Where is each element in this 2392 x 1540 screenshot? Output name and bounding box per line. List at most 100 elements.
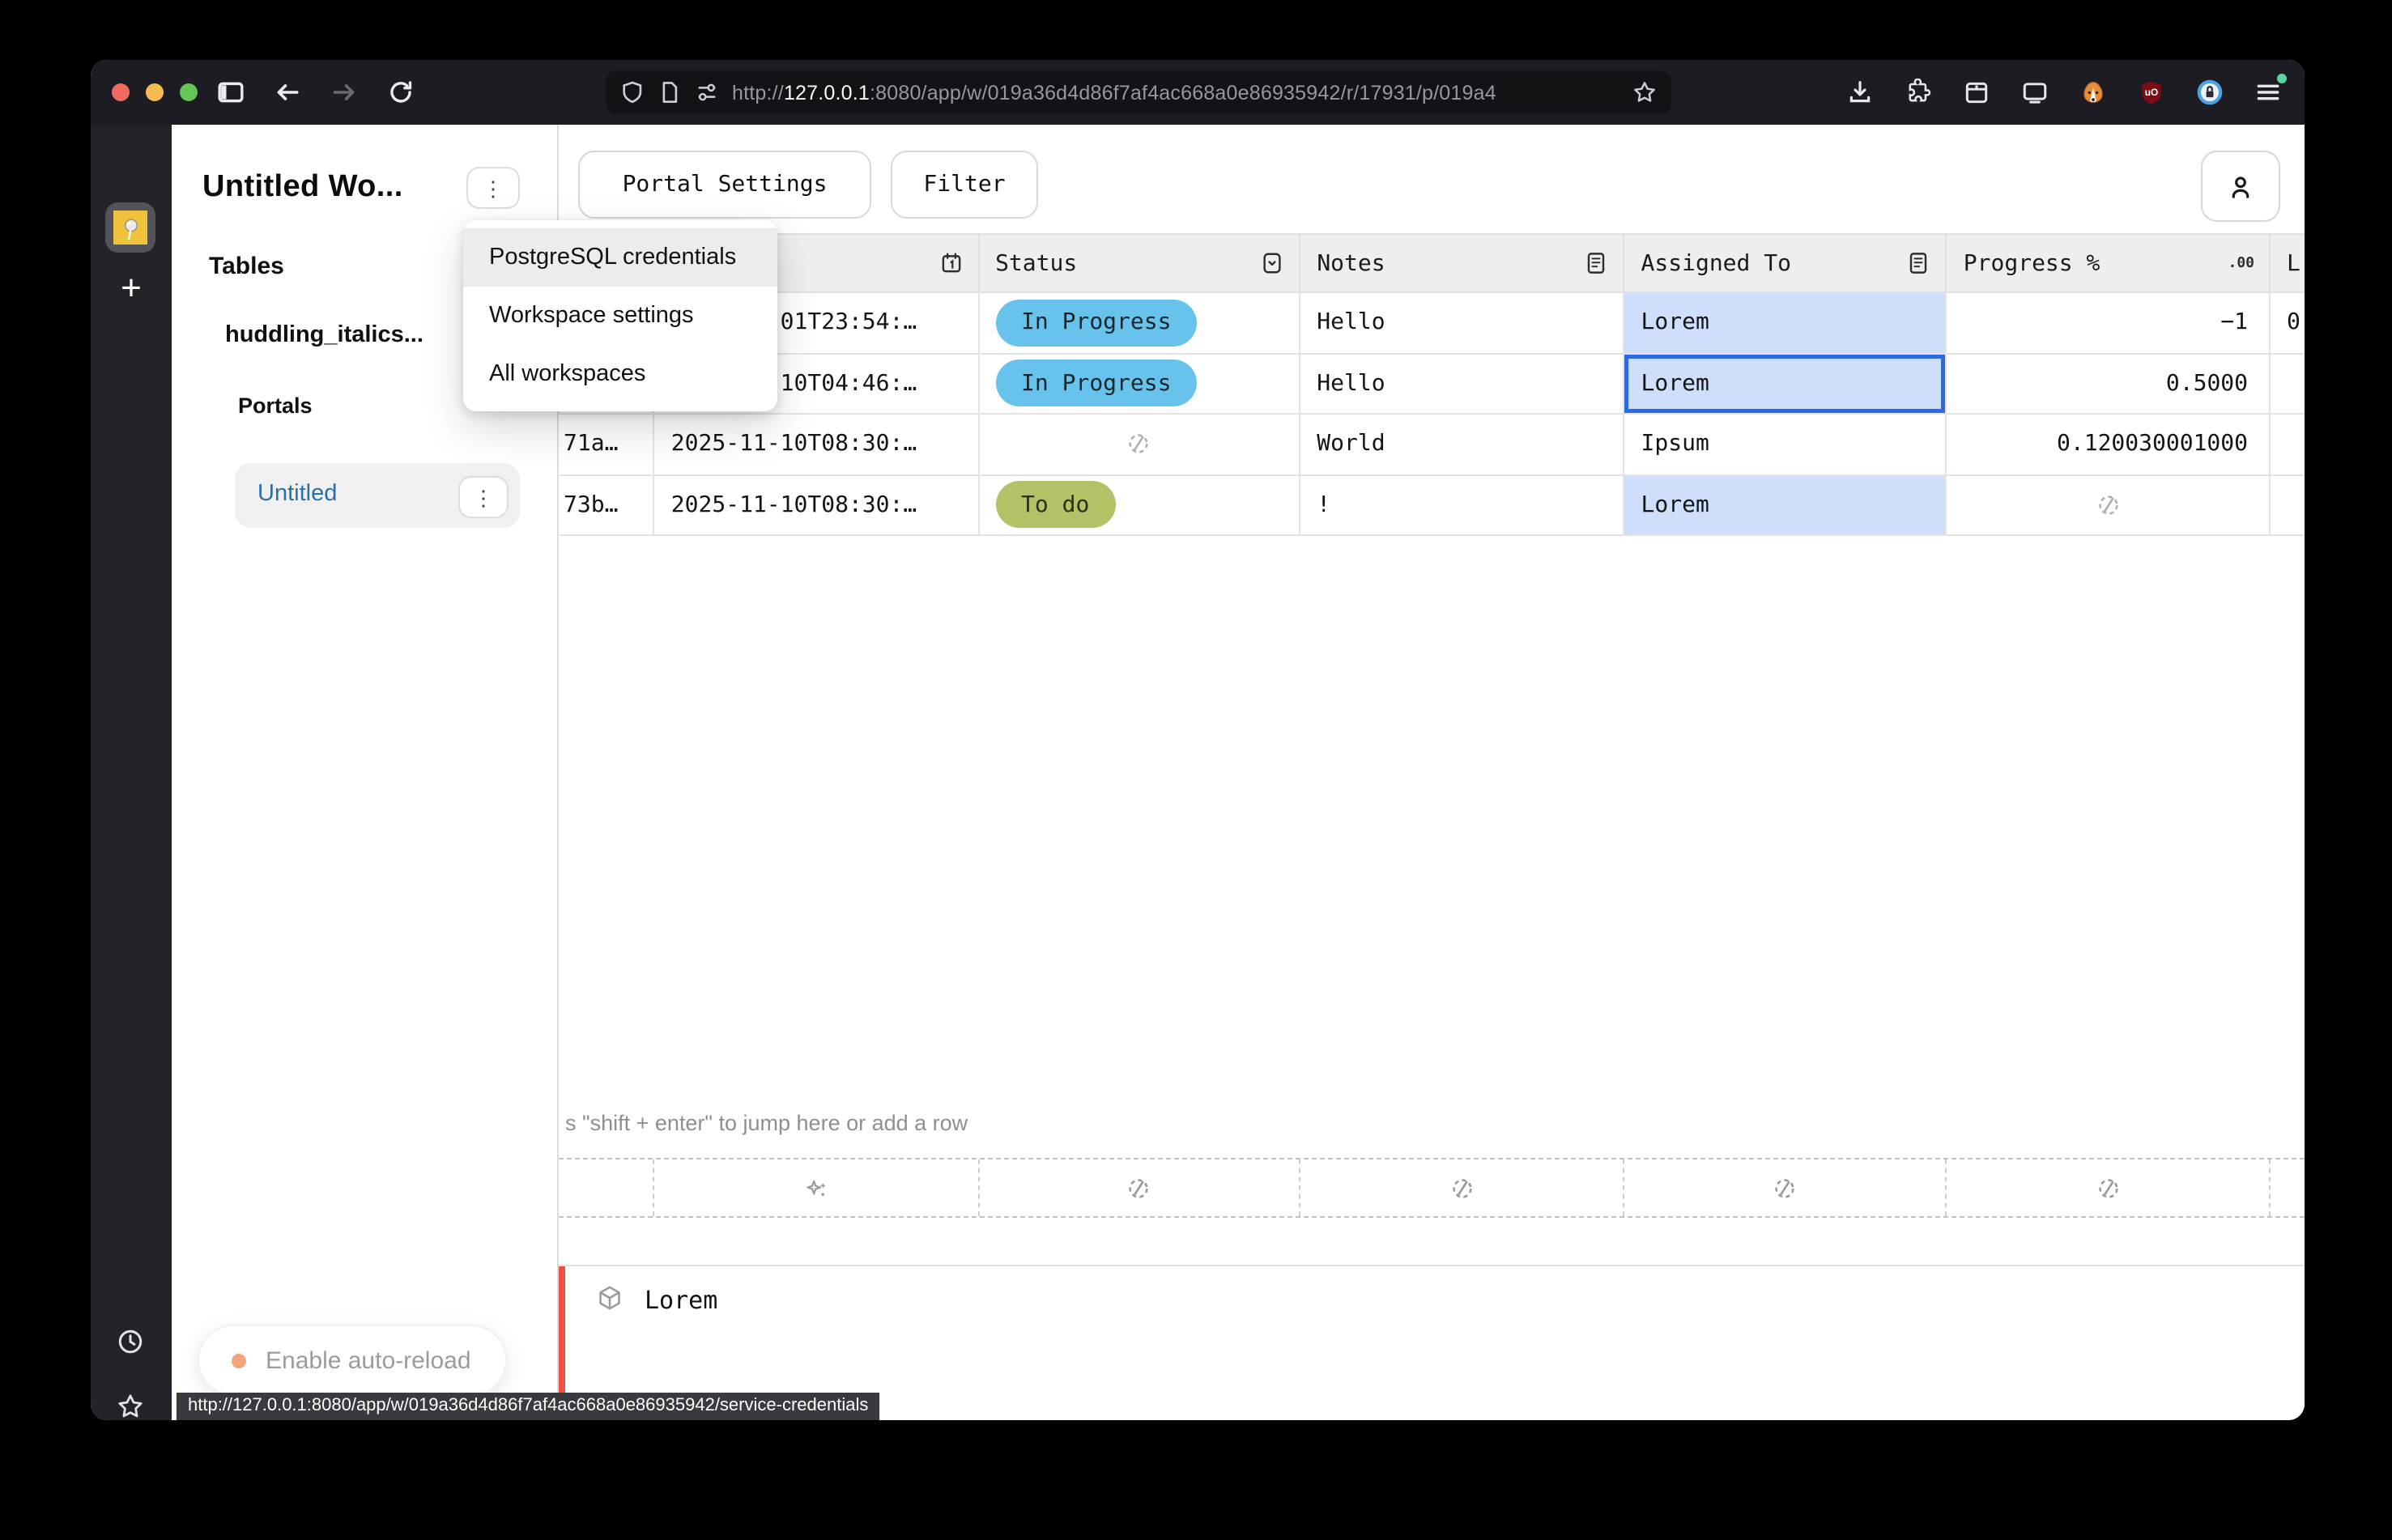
status-dot [232, 1353, 246, 1368]
null-value-icon [2095, 492, 2121, 518]
cell-progress-null[interactable] [1947, 475, 2271, 534]
cell-notes[interactable]: Hello [1300, 293, 1624, 352]
privacy-badger-icon[interactable] [2079, 79, 2107, 106]
portal-link[interactable]: Untitled [258, 481, 337, 507]
forward-icon[interactable] [330, 79, 358, 106]
toolbar-extensions: uO [1846, 79, 2282, 106]
cell-id[interactable]: 73b… [559, 475, 655, 534]
bookmark-star-icon[interactable] [1632, 80, 1657, 104]
zoom-window-button[interactable] [180, 83, 198, 101]
portals-heading: Portals [238, 394, 313, 418]
status-pill: In Progress [995, 360, 1197, 407]
update-dot [2277, 74, 2287, 83]
cell-notes[interactable]: Hello [1300, 354, 1624, 413]
decimal-format-icon: .00 [2228, 255, 2255, 271]
reload-icon[interactable] [387, 79, 415, 106]
new-cell-l[interactable] [2271, 1159, 2305, 1216]
cell-assigned[interactable]: Lorem [1625, 293, 1947, 352]
ublock-origin-icon[interactable]: uO [2138, 79, 2165, 106]
kebab-icon: ⋮ [483, 177, 504, 198]
menu-item-postgresql-credentials[interactable]: PostgreSQL credentials [463, 228, 777, 287]
sidebar-toggle-icon[interactable] [217, 79, 245, 106]
sidebar-item-table[interactable]: huddling_italics... [225, 322, 423, 348]
cell-status-null[interactable] [979, 415, 1300, 474]
permissions-toggles-icon[interactable] [695, 80, 719, 104]
cell-progress[interactable]: 0.120030001000 [1947, 415, 2271, 474]
pushpin-icon [113, 211, 147, 245]
workspace-title: Untitled Wo... [202, 170, 403, 206]
new-cell-assigned[interactable] [1625, 1159, 1947, 1216]
new-row-placeholder [559, 1158, 2305, 1218]
column-header-notes[interactable]: Notes [1300, 235, 1624, 291]
select-field-icon [1260, 251, 1284, 275]
new-cell-status[interactable] [979, 1159, 1300, 1216]
page-icon [658, 80, 682, 104]
cell-status[interactable]: In Progress [979, 354, 1300, 413]
url-scheme: http:// [732, 81, 784, 104]
history-clock-icon[interactable] [117, 1328, 144, 1355]
column-header-assigned-to[interactable]: Assigned To [1625, 235, 1947, 291]
portal-menu-button[interactable]: ⋮ [458, 476, 509, 518]
cell-progress[interactable]: −1 [1947, 293, 2271, 352]
cell-id[interactable]: 71a… [559, 415, 655, 474]
extensions-puzzle-icon[interactable] [1905, 79, 1932, 106]
container-box-icon[interactable] [1963, 79, 1990, 106]
add-workspace-button[interactable]: + [91, 270, 172, 306]
cell-status[interactable]: To do [979, 475, 1300, 534]
footer-item-label[interactable]: Lorem [645, 1286, 717, 1315]
cell-assigned[interactable]: Ipsum [1625, 415, 1947, 474]
document-icon [1907, 251, 1931, 275]
cell-progress[interactable]: 0.5000 [1947, 354, 2271, 413]
screen-share-icon[interactable] [2021, 79, 2049, 106]
column-header-status[interactable]: Status [979, 235, 1300, 291]
document-icon [1585, 251, 1609, 275]
url-bar[interactable]: http://127.0.0.1:8080/app/w/019a36d4d86f… [606, 70, 1671, 114]
cell-assigned-focused[interactable]: Lorem [1625, 354, 1947, 413]
new-cell-at[interactable] [655, 1159, 979, 1216]
password-manager-icon[interactable] [2196, 79, 2224, 106]
jump-hint-text: s "shift + enter" to jump here or add a … [565, 1111, 968, 1135]
url-host: 127.0.0.1 [784, 81, 870, 104]
minimize-window-button[interactable] [146, 83, 164, 101]
url-path: :8080/app/w/019a36d4d86f7af4ac668a0e8693… [870, 81, 1496, 104]
browser-toolbar: http://127.0.0.1:8080/app/w/019a36d4d86f… [91, 60, 2305, 125]
new-cell-progress[interactable] [1947, 1159, 2271, 1216]
status-pill: To do [995, 482, 1115, 529]
shield-icon [620, 80, 645, 104]
calendar-icon [938, 251, 963, 275]
enable-auto-reload-button[interactable]: Enable auto-reload [198, 1325, 507, 1396]
column-header-l[interactable]: L [2271, 235, 2305, 291]
table-row: 73b… 2025-11-10T08:30:… To do ! Lorem [559, 475, 2305, 536]
app-menu-icon[interactable] [2254, 79, 2282, 106]
close-window-button[interactable] [112, 83, 130, 101]
status-pill: In Progress [995, 300, 1197, 347]
new-cell-notes[interactable] [1300, 1159, 1624, 1216]
cell-assigned[interactable]: Lorem [1625, 475, 1947, 534]
null-value-icon [1126, 1175, 1152, 1201]
filter-button[interactable]: Filter [891, 151, 1038, 219]
user-button[interactable] [2201, 151, 2280, 222]
menu-item-all-workspaces[interactable]: All workspaces [463, 345, 777, 403]
menu-item-workspace-settings[interactable]: Workspace settings [463, 287, 777, 345]
column-header-progress[interactable]: Progress %.00 [1947, 235, 2271, 291]
cell-l[interactable] [2271, 354, 2305, 413]
url-text[interactable]: http://127.0.0.1:8080/app/w/019a36d4d86f… [732, 81, 1619, 104]
cell-notes[interactable]: World [1300, 415, 1624, 474]
main-content: Portal Settings Filter At Status Notes A… [557, 125, 2305, 1420]
cell-status[interactable]: In Progress [979, 293, 1300, 352]
portal-settings-button[interactable]: Portal Settings [578, 151, 871, 219]
cell-notes[interactable]: ! [1300, 475, 1624, 534]
table-row: 2025-11-01T23:54:… In Progress Hello Lor… [559, 293, 2305, 354]
back-icon[interactable] [274, 79, 301, 106]
cell-l[interactable] [2271, 415, 2305, 474]
favorites-star-icon[interactable] [117, 1393, 144, 1420]
workspace-app-icon[interactable] [105, 202, 155, 253]
cell-l[interactable]: 0 [2271, 293, 2305, 352]
downloads-icon[interactable] [1846, 79, 1874, 106]
sidebar-item-portal[interactable]: Untitled ⋮ [235, 463, 520, 528]
cell-l[interactable] [2271, 475, 2305, 534]
cell-at[interactable]: 2025-11-10T08:30:… [655, 415, 979, 474]
new-cell-id[interactable] [559, 1159, 655, 1216]
cell-at[interactable]: 2025-11-10T08:30:… [655, 475, 979, 534]
workspace-menu-button[interactable]: ⋮ [466, 167, 520, 209]
